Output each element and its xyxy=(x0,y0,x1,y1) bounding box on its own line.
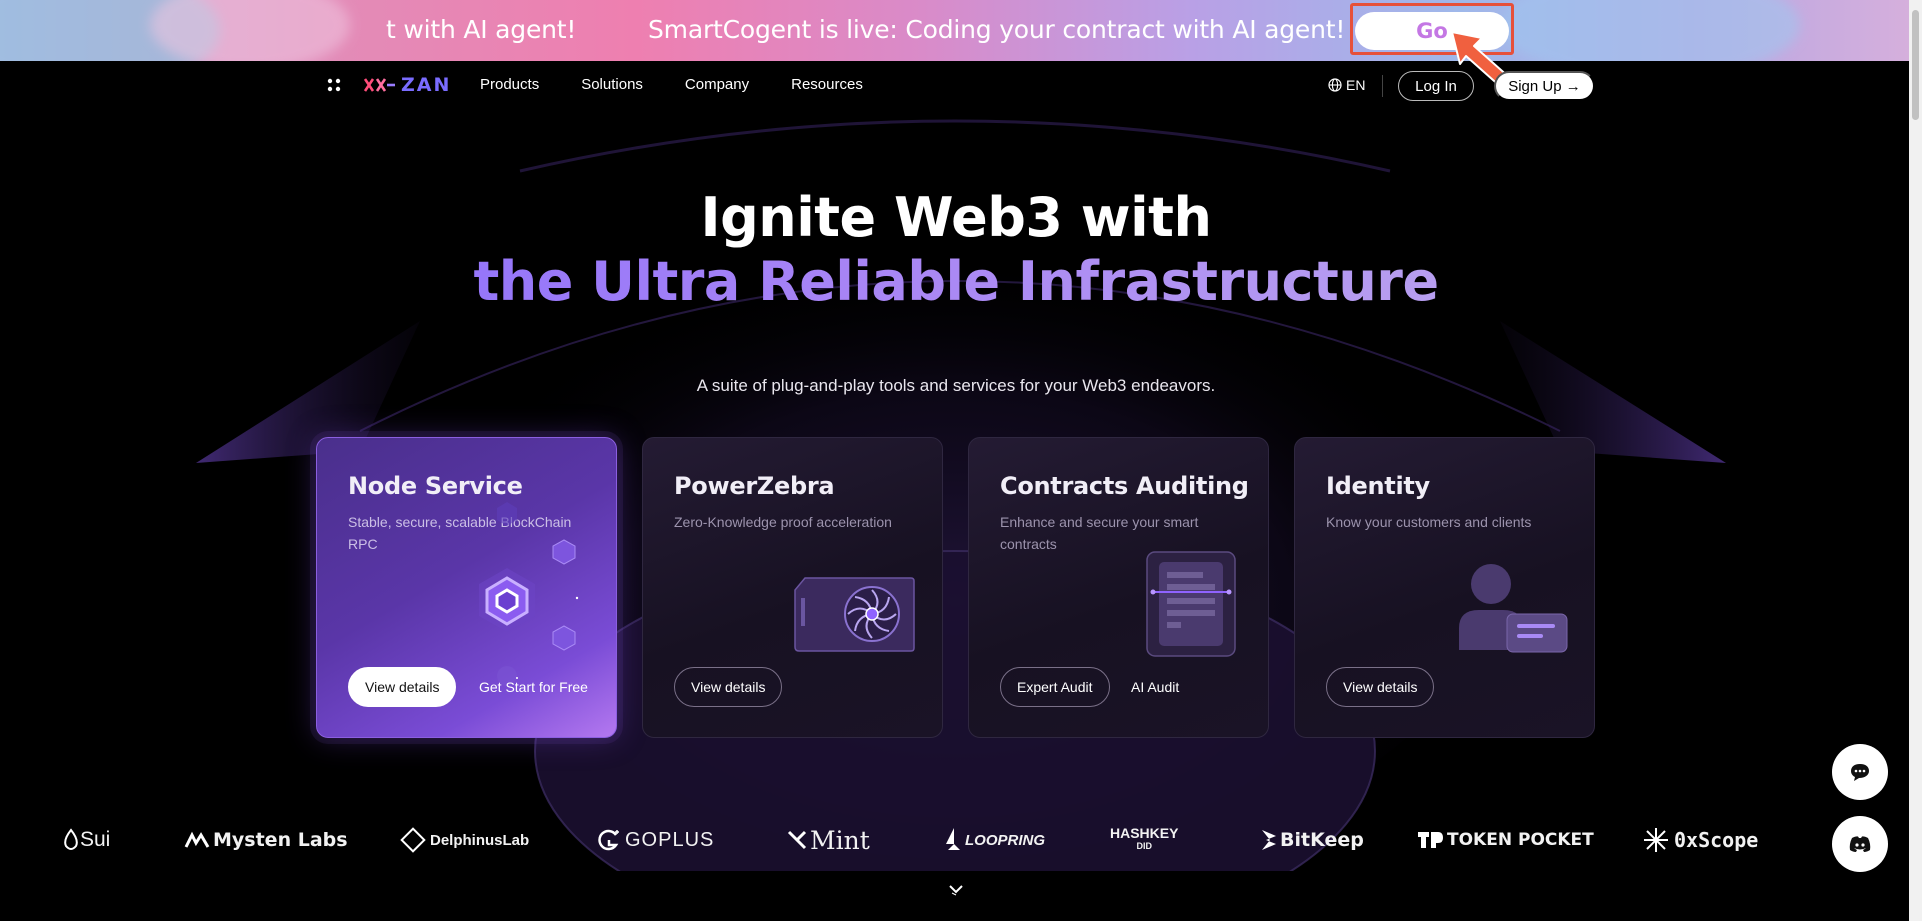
mint-logo-icon xyxy=(787,830,807,850)
scrollbar-thumb[interactable] xyxy=(1912,10,1919,120)
user-identity-icon xyxy=(1459,564,1568,653)
card-title: Contracts Auditing xyxy=(1000,472,1249,500)
partner-logo-hashkey: HASHKEY DID xyxy=(1110,820,1178,860)
partner-name: BitKeep xyxy=(1280,829,1364,851)
globe-icon xyxy=(1328,78,1342,92)
chat-bubble-icon xyxy=(1851,764,1869,781)
expert-audit-button[interactable]: Expert Audit xyxy=(1000,667,1110,707)
card-contracts-auditing[interactable]: Contracts Auditing Enhance and secure yo… xyxy=(968,437,1269,738)
chevron-down-icon[interactable] xyxy=(948,884,964,896)
partner-logo-loopring: LOOPRING xyxy=(944,820,1045,860)
banner-decoration xyxy=(1500,0,1800,61)
delphinus-logo-icon xyxy=(400,827,426,853)
banner-decoration xyxy=(150,0,350,61)
partner-logo-goplus: GOPLUS xyxy=(596,820,714,860)
hero-title-line1: Ignite Web3 with xyxy=(700,186,1212,249)
login-button[interactable]: Log In xyxy=(1398,71,1474,101)
partner-logo-mint: Mint xyxy=(786,820,870,860)
view-details-button[interactable]: View details xyxy=(674,667,783,707)
partner-logo-0xscope: 0xScope xyxy=(1642,820,1758,860)
discord-icon xyxy=(1849,836,1871,852)
signup-button[interactable]: Sign Up → xyxy=(1494,71,1595,101)
partner-name: Sui xyxy=(80,828,111,851)
partner-name: 0xScope xyxy=(1674,828,1759,852)
contract-document-icon xyxy=(1146,551,1236,657)
announcement-banner: t with AI agent! SmartCogent is live: Co… xyxy=(0,0,1922,61)
partner-name: LOOPRING xyxy=(965,831,1046,849)
banner-marquee-text: t with AI agent! xyxy=(386,15,577,44)
hero-title-line2: the Ultra Reliable Infrastructure xyxy=(0,250,1912,314)
ai-audit-link[interactable]: AI Audit xyxy=(1131,679,1179,695)
partner-name: GOPLUS xyxy=(625,828,715,851)
zan-logo[interactable]: ZAN xyxy=(363,74,451,96)
logo-text: ZAN xyxy=(401,74,452,96)
bitkeep-logo-icon xyxy=(1262,830,1276,850)
nav-link-products[interactable]: Products xyxy=(480,76,539,93)
scrollbar-track[interactable] xyxy=(1909,0,1922,921)
partner-logo-bitkeep: BitKeep xyxy=(1258,820,1364,860)
language-selector[interactable]: EN xyxy=(1328,77,1365,93)
goplus-logo-icon xyxy=(598,829,619,851)
get-start-free-link[interactable]: Get Start for Free xyxy=(479,679,588,695)
gpu-card-icon xyxy=(794,577,915,652)
card-title: Identity xyxy=(1326,472,1430,500)
partner-name: Mysten Labs xyxy=(213,829,348,851)
partner-name: Mint xyxy=(810,825,870,855)
card-node-service[interactable]: Node Service Stable, secure, scalable Bl… xyxy=(316,437,617,738)
partner-name: DID xyxy=(1136,841,1152,851)
nav-link-company[interactable]: Company xyxy=(685,76,749,93)
nav-divider xyxy=(1382,75,1383,97)
language-label: EN xyxy=(1346,77,1366,93)
nav-link-solutions[interactable]: Solutions xyxy=(581,76,643,93)
tokenpocket-logo-icon xyxy=(1418,832,1443,848)
card-title: Node Service xyxy=(348,472,523,500)
partner-logo-sui: Sui xyxy=(62,820,110,860)
hero-title: Ignite Web3 with the Ultra Reliable Infr… xyxy=(0,186,1912,314)
partner-logo-delphinuslab: DelphinusLab xyxy=(400,820,529,860)
loopring-logo-icon xyxy=(946,828,960,850)
partner-logos-strip: Sui Mysten Labs DelphinusLab GOPLUS Mint… xyxy=(0,820,1922,860)
view-details-button[interactable]: View details xyxy=(1326,667,1435,707)
sui-logo-icon xyxy=(64,828,78,850)
zan-logo-icon xyxy=(363,78,395,92)
banner-marquee-text: SmartCogent is live: Coding your contrac… xyxy=(648,15,1346,44)
card-identity[interactable]: Identity Know your customers and clients… xyxy=(1294,437,1595,738)
top-nav: ZAN Products Solutions Company Resources… xyxy=(0,61,1922,111)
nav-links: Products Solutions Company Resources xyxy=(480,76,905,93)
card-description: Zero-Knowledge proof acceleration xyxy=(674,514,892,530)
hero-subtitle: A suite of plug-and-play tools and servi… xyxy=(696,376,1216,395)
apps-grid-icon[interactable] xyxy=(326,77,342,93)
hexagon-nodes-icon xyxy=(479,502,579,686)
0xscope-logo-icon xyxy=(1644,828,1668,852)
partner-name: TOKEN POCKET xyxy=(1447,830,1594,850)
card-description: Know your customers and clients xyxy=(1326,514,1532,530)
partner-name: HASHKEY xyxy=(1110,825,1179,841)
partner-logo-token-pocket: TOKEN POCKET xyxy=(1416,820,1594,860)
mysten-logo-icon xyxy=(184,831,210,848)
card-powerzebra[interactable]: PowerZebra Zero-Knowledge proof accelera… xyxy=(642,437,943,738)
partner-name: DelphinusLab xyxy=(430,831,530,849)
card-title: PowerZebra xyxy=(674,472,835,500)
discord-button[interactable] xyxy=(1832,816,1888,872)
chat-button[interactable] xyxy=(1832,744,1888,800)
card-description: Enhance and secure your smart contracts xyxy=(1000,514,1199,552)
view-details-button[interactable]: View details xyxy=(348,667,457,707)
partner-logo-mysten-labs: Mysten Labs xyxy=(184,820,348,860)
nav-link-resources[interactable]: Resources xyxy=(791,76,863,93)
